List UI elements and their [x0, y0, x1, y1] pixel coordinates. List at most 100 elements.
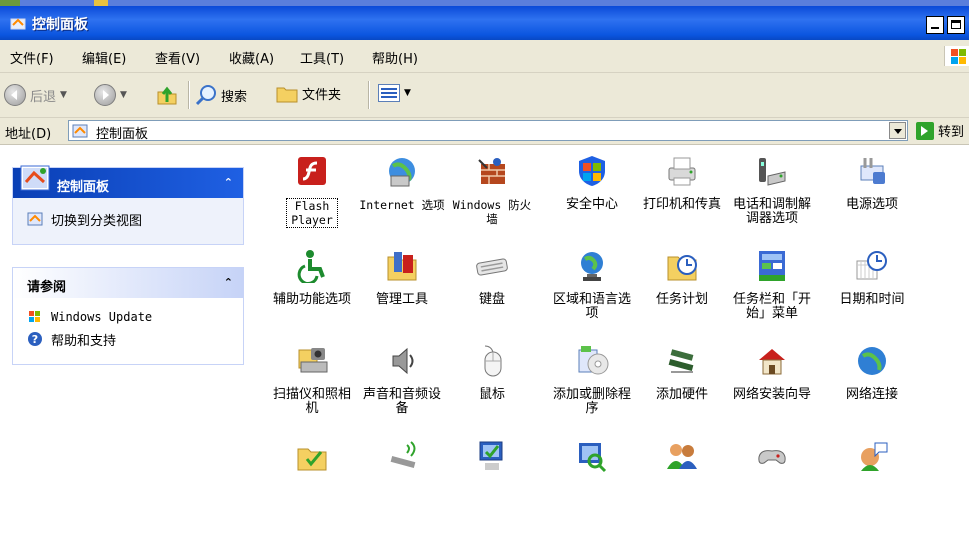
applet-power-options[interactable]: 电源选项	[826, 150, 918, 250]
speech-icon	[861, 442, 888, 471]
applet-accessibility[interactable]: 辅助功能选项	[266, 245, 358, 345]
up-button[interactable]	[156, 84, 178, 106]
go-arrow-icon	[916, 121, 934, 140]
applet-region-language[interactable]: 区域和语言选项	[546, 245, 638, 345]
applet-system[interactable]	[446, 435, 538, 535]
collapse-chevron-icon[interactable]: ⌃	[224, 176, 233, 189]
applet-scheduled-tasks[interactable]: 任务计划	[636, 245, 728, 345]
applet-label: 日期和时间	[839, 292, 905, 307]
search-icon	[579, 443, 607, 473]
applet-label: 添加或删除程序	[552, 387, 631, 416]
menu-view[interactable]: 查看(V)	[155, 48, 200, 67]
applet-label: 任务计划	[655, 292, 708, 307]
search-button[interactable]: 搜索	[195, 84, 247, 106]
menu-help[interactable]: 帮助(H)	[372, 48, 418, 67]
applet-firewall[interactable]: Windows 防火墙	[446, 150, 538, 250]
menu-file[interactable]: 文件(F)	[10, 48, 54, 67]
applet-label: 键盘	[478, 292, 505, 307]
folders-icon	[276, 87, 298, 102]
applet-security-center[interactable]: 安全中心	[546, 150, 638, 250]
game-controllers-icon	[758, 450, 786, 464]
applet-taskbar-startmenu[interactable]: 任务栏和「开始」菜单	[726, 245, 818, 345]
applet-sound[interactable]: 声音和音频设备	[356, 340, 448, 440]
forward-dropdown-icon[interactable]: ▼	[120, 90, 127, 100]
applet-network-connections[interactable]: 网络连接	[826, 340, 918, 440]
help-support-link[interactable]: ? 帮助和支持	[13, 328, 243, 350]
applet-date-time[interactable]: 日期和时间	[826, 245, 918, 345]
go-button[interactable]: 转到	[916, 121, 964, 140]
applet-folder-options[interactable]	[266, 435, 358, 535]
panel-title: 控制面板	[57, 180, 110, 195]
search-icon	[195, 85, 216, 106]
security-center-icon	[579, 156, 605, 186]
applet-mouse[interactable]: 鼠标	[446, 340, 538, 440]
switch-category-view-link[interactable]: 切换到分类视图	[13, 208, 243, 230]
applet-speech[interactable]	[826, 435, 918, 535]
title-bar[interactable]: 控制面板	[0, 6, 969, 40]
applet-user-accounts[interactable]	[636, 435, 728, 535]
forward-button[interactable]: ▼	[94, 84, 127, 106]
applet-label: 安全中心	[565, 197, 618, 212]
search-label: 搜索	[221, 89, 248, 105]
menu-edit[interactable]: 编辑(E)	[82, 48, 126, 67]
back-dropdown-icon[interactable]: ▼	[60, 90, 67, 100]
windows-update-link[interactable]: Windows Update	[13, 306, 243, 328]
help-icon: ?	[28, 332, 42, 346]
panel-header[interactable]: 请参阅 ⌃	[13, 268, 243, 298]
back-label: 后退	[30, 89, 57, 105]
firewall-icon	[478, 158, 505, 184]
applet-phone-modem[interactable]: 电话和调制解调器选项	[726, 150, 818, 250]
go-label: 转到	[938, 125, 965, 140]
applet-admin-tools[interactable]: 管理工具	[356, 245, 448, 345]
control-panel-icon	[20, 165, 50, 191]
network-setup-icon	[759, 349, 785, 375]
applet-label: Windows 防火墙	[452, 198, 532, 226]
address-input[interactable]: 控制面板	[68, 120, 908, 142]
applet-label: 辅助功能选项	[272, 292, 351, 307]
applet-label: 电源选项	[845, 197, 898, 212]
applet-label: 打印机和传真	[642, 197, 721, 212]
applet-add-remove-programs[interactable]: 添加或删除程序	[546, 340, 638, 440]
applet-search[interactable]	[546, 435, 638, 535]
help-support-label: 帮助和支持	[51, 333, 117, 349]
applet-internet-options[interactable]: Internet 选项	[356, 150, 448, 250]
add-remove-programs-icon	[578, 346, 609, 375]
scanner-camera-icon	[298, 348, 328, 373]
panel-header[interactable]: 控制面板 ⌃	[13, 165, 243, 198]
system-icon	[479, 441, 503, 470]
window-title: 控制面板	[32, 17, 88, 33]
applet-wireless[interactable]	[356, 435, 448, 535]
applet-flash-player[interactable]: Flash Player	[266, 150, 358, 250]
windows-logo-icon	[944, 46, 969, 66]
applet-printers[interactable]: 打印机和传真	[636, 150, 728, 250]
folder-options-icon	[297, 448, 327, 471]
collapse-chevron-icon[interactable]: ⌃	[224, 276, 233, 289]
applet-label: 网络安装向导	[732, 387, 811, 402]
panel-title: 请参阅	[27, 280, 67, 295]
applet-game-controllers[interactable]	[726, 435, 818, 535]
applet-add-hardware[interactable]: 添加硬件	[636, 340, 728, 440]
phone-modem-icon	[759, 158, 786, 186]
back-button[interactable]: 后退 ▼	[4, 84, 67, 106]
folders-button[interactable]: 文件夹	[276, 84, 341, 103]
address-dropdown-button[interactable]	[889, 122, 906, 139]
panel-body: Windows Update ? 帮助和支持	[13, 298, 243, 364]
maximize-button[interactable]	[947, 16, 965, 34]
printers-icon	[668, 157, 696, 186]
menu-favorites[interactable]: 收藏(A)	[229, 48, 274, 67]
address-value: 控制面板	[96, 127, 149, 142]
applet-network-setup[interactable]: 网络安装向导	[726, 340, 818, 440]
minimize-button[interactable]	[926, 16, 944, 34]
flash-player-icon	[298, 157, 326, 185]
applet-scanner-camera[interactable]: 扫描仪和照相机	[266, 340, 358, 440]
views-button[interactable]: ▼	[378, 84, 411, 102]
admin-tools-icon	[387, 252, 417, 281]
applet-label: 鼠标	[478, 387, 505, 402]
menu-tools[interactable]: 工具(T)	[300, 48, 344, 67]
applet-label: 管理工具	[375, 292, 428, 307]
views-dropdown-icon[interactable]: ▼	[404, 88, 411, 98]
applet-label: 声音和音频设备	[362, 387, 441, 416]
applet-keyboard[interactable]: 键盘	[446, 245, 538, 345]
applet-label: 添加硬件	[655, 387, 708, 402]
date-time-icon	[856, 251, 887, 280]
